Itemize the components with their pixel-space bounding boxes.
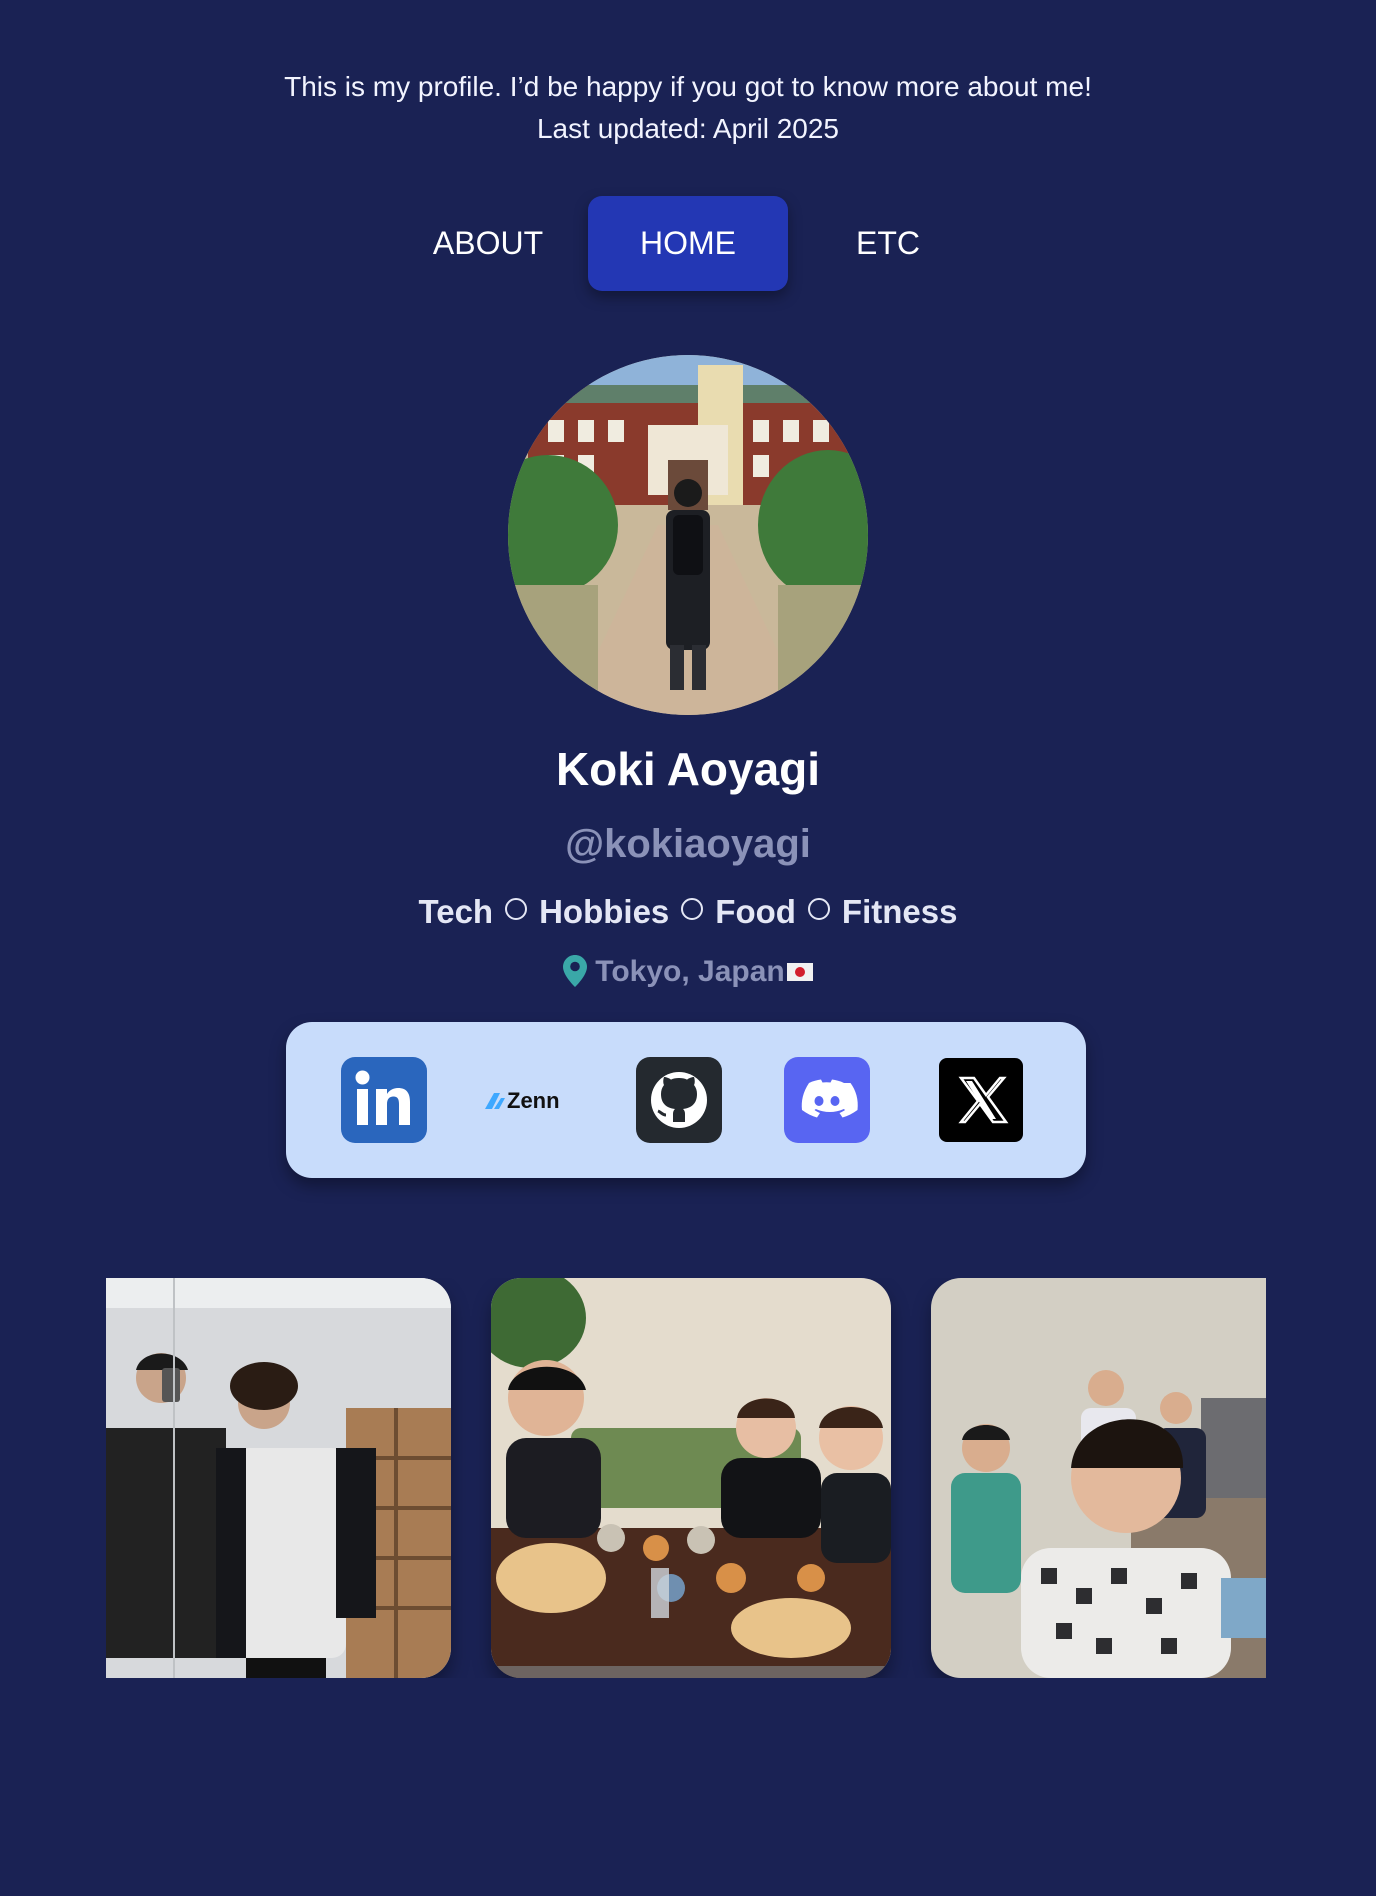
photo-gallery [106, 1278, 1266, 1678]
intro-message: This is my profile. I’d be happy if you … [284, 71, 1092, 102]
gallery-photo-1[interactable] [106, 1278, 451, 1678]
last-updated: Last updated: April 2025 [536, 113, 839, 144]
gallery-photo-2[interactable] [491, 1278, 891, 1678]
github-icon[interactable] [636, 1057, 722, 1143]
tag-fitness: Fitness [841, 893, 958, 930]
avatar [508, 355, 868, 715]
circle-separator-icon [681, 898, 704, 920]
circle-separator-icon [505, 898, 528, 920]
profile-name: Koki Aoyagi [555, 743, 821, 795]
interest-tags: Tech Hobbies Food Fitness [0, 893, 1376, 931]
profile-handle: @kokiaoyagi [565, 822, 811, 866]
discord-icon[interactable] [784, 1057, 870, 1143]
linkedin-icon[interactable] [341, 1057, 427, 1143]
x-icon[interactable] [939, 1058, 1023, 1142]
tab-about[interactable]: ABOUT [388, 196, 588, 291]
social-links-panel: Zenn [286, 1022, 1086, 1178]
japan-flag-icon [786, 963, 813, 981]
gallery-photo-3[interactable] [931, 1278, 1266, 1678]
location-text: Tokyo, Japan [595, 955, 785, 988]
tab-home[interactable]: HOME [588, 196, 788, 291]
map-pin-icon [563, 955, 588, 995]
location: Tokyo, Japan [0, 955, 1376, 995]
tag-tech: Tech [418, 893, 494, 930]
tab-etc[interactable]: ETC [788, 196, 988, 291]
zenn-label: Zenn [507, 1088, 560, 1113]
tag-food: Food [715, 893, 796, 930]
main-nav: ABOUT HOME ETC [0, 196, 1376, 291]
intro-text: This is my profile. I’d be happy if you … [0, 66, 1376, 150]
circle-separator-icon [807, 898, 830, 920]
zenn-logo[interactable]: Zenn [483, 1057, 577, 1143]
tag-hobbies: Hobbies [539, 893, 670, 930]
